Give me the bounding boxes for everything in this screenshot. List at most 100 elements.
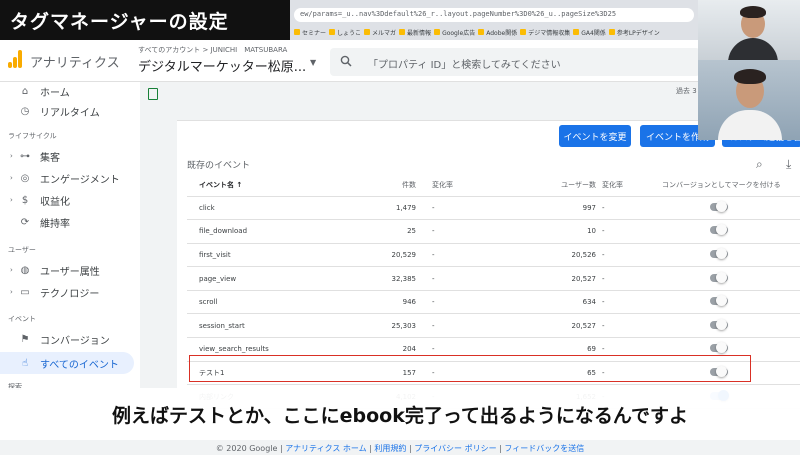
monetization-icon: $ [21,194,29,206]
acquisition-icon: ⊶ [20,150,30,162]
bookmark[interactable]: Adobe関係 [478,25,517,39]
devices-icon: ▭ [20,286,30,298]
existing-events-label: 既存のイベント [187,161,251,171]
conversion-toggle-cell [662,290,800,315]
conversion-toggle[interactable] [710,295,728,307]
sidebar-item-engagement[interactable]: › ◎ エンゲージメント [0,169,134,187]
sidebar-item-monetization[interactable]: › $ 収益化 [0,191,134,209]
users-cell: 65 [502,361,602,386]
sidebar-item-acquisition[interactable]: › ⊶ 集客 [0,147,134,165]
bookmark[interactable]: 参考LPデザイン [608,25,660,39]
users-cell: 20,527 [502,266,602,291]
users-change-cell: - [602,196,662,221]
table-row: first_visit 20,529-20,526- [187,243,800,268]
footer-link[interactable]: アナリティクス ホーム [285,444,366,453]
footer: © 2020 Google | アナリティクス ホーム | 利用規約 | プライ… [0,440,800,455]
conversion-toggle-cell [662,361,800,386]
event-name-cell[interactable]: file_download [187,219,367,244]
event-name-cell[interactable]: page_view [187,266,367,291]
conversion-toggle[interactable] [710,200,728,212]
date-range-label[interactable]: 過去 3 [676,86,697,96]
event-name-cell[interactable]: first_visit [187,243,367,268]
users-cell: 997 [502,196,602,221]
event-name-cell[interactable]: view_search_results [187,337,367,362]
users-cell: 634 [502,290,602,315]
footer-link[interactable]: フィードバックを送信 [504,444,584,453]
count-change-cell: - [422,266,502,291]
conversion-toggle[interactable] [710,318,728,330]
count-change-cell: - [422,243,502,268]
footer-link[interactable]: プライバシー ポリシー [414,444,496,453]
folder-icon [329,29,336,35]
event-name-cell[interactable]: scroll [187,290,367,315]
footer-link[interactable]: 利用規約 [374,444,406,453]
folder-icon [294,29,300,35]
bookmark[interactable]: Google広告 [434,25,475,39]
folder-icon [364,29,371,35]
chevron-right-icon: › [10,196,13,204]
table-row: テスト1 157-65- [187,361,800,386]
users-cell: 20,526 [502,243,602,268]
bookmark[interactable]: 最新情報 [399,25,431,39]
conversion-toggle[interactable] [710,224,728,236]
event-name-cell[interactable]: テスト1 [187,361,367,386]
chevron-right-icon: › [10,266,13,274]
table-row: click 1,479-997- [187,196,800,221]
users-cell: 69 [502,337,602,362]
conversion-toggle-cell [662,219,800,244]
users-change-cell: - [602,266,662,291]
bookmark[interactable]: デジマ情報収集 [520,25,570,39]
sidebar-item-all-events[interactable]: ☝ すべてのイベント [0,352,134,374]
account-selector[interactable]: デジタルマーケッター松原... [138,56,306,75]
sidebar-item-demographics[interactable]: › ◍ ユーザー属性 [0,261,134,279]
users-change-cell: - [602,290,662,315]
bookmark[interactable]: メルマガ [364,25,396,39]
column-header-event-name[interactable]: イベント名 ↑ [187,174,367,197]
event-name-cell[interactable]: session_start [187,313,367,339]
column-header-users-change[interactable]: 変化率 [602,174,662,197]
document-icon[interactable] [148,88,158,100]
sidebar-item-conversions[interactable]: ⚑ コンバージョン [0,330,134,348]
count-change-cell: - [422,219,502,244]
caret-down-icon[interactable]: ▼ [310,58,316,67]
users-change-cell: - [602,361,662,386]
folder-icon [573,29,580,35]
users-change-cell: - [602,219,662,244]
conversion-toggle[interactable] [710,247,728,259]
search-icon[interactable]: ⌕ [756,157,763,172]
folder-icon [608,29,615,35]
globe-icon: ◍ [20,264,30,276]
presenter-hair [740,6,766,18]
event-name-cell[interactable]: click [187,196,367,221]
download-icon[interactable]: ⤓ [786,157,791,172]
conversion-toggle-cell [662,243,800,268]
webcam-presenter [698,0,800,60]
sidebar-item-technology[interactable]: › ▭ テクノロジー [0,283,134,301]
column-header-count-change[interactable]: 変化率 [422,174,502,197]
bookmark[interactable]: しょうこ [329,25,361,39]
conversion-toggle[interactable] [710,342,728,354]
count-change-cell: - [422,196,502,221]
app-name: アナリティクス [30,56,120,71]
count-cell: 157 [367,361,422,386]
table-row: file_download 25-10- [187,219,800,244]
sidebar-item-home[interactable]: ⌂ ホーム [0,82,134,100]
video-title: タグマネージャーの設定 [0,0,290,40]
sidebar-item-retention[interactable]: ⟳ 維持率 [0,213,134,231]
modify-event-button[interactable]: イベントを変更 [559,125,631,147]
address-bar[interactable]: ew/params=_u..nav%3Ddefault%26_r..layout… [294,8,694,22]
sidebar-item-realtime[interactable]: ◷ リアルタイム [0,102,134,120]
search-bar[interactable]: 「プロパティ ID」と検索してみてください [330,48,700,76]
guest-body [718,110,782,140]
users-cell: 10 [502,219,602,244]
conversion-toggle[interactable] [710,365,728,377]
chevron-right-icon: › [10,288,13,296]
conversion-toggle-cell [662,337,800,362]
bookmark[interactable]: GA4関係 [573,25,606,39]
bookmark[interactable]: セミナー [294,25,326,39]
column-header-users[interactable]: ユーザー数 [502,174,602,197]
account-breadcrumb[interactable]: すべてのアカウント > JUNICHI MATSUBARA [138,45,287,55]
conversion-toggle[interactable] [710,271,728,283]
column-header-count[interactable]: 件数 [367,174,422,197]
conversion-toggle-cell [662,196,800,221]
